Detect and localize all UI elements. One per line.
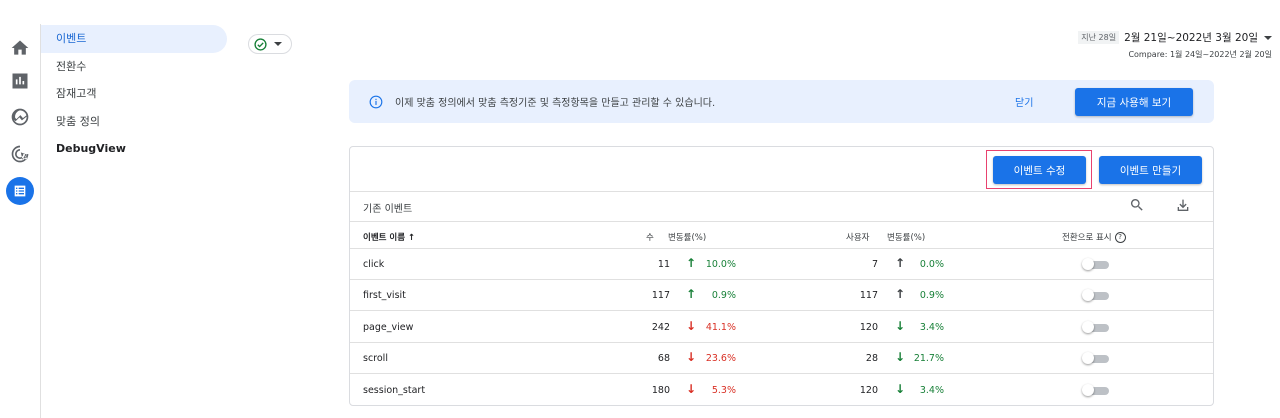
advertising-icon[interactable] (8, 142, 32, 166)
conversion-toggle[interactable] (1082, 320, 1109, 333)
column-header-count-change[interactable]: 변동률(%) (668, 231, 706, 243)
arrow-up-icon: ↑ (686, 256, 697, 270)
try-now-button[interactable]: 지금 사용해 보기 (1075, 88, 1193, 116)
nav-item-events[interactable]: 이벤트 (41, 25, 227, 53)
nav-item-custom-definitions[interactable]: 맞춤 정의 (41, 108, 227, 136)
column-header-event-name[interactable]: 이벤트 이름 ↑ (363, 231, 415, 243)
count-change: 5.3% (711, 384, 736, 396)
filter-dropdown[interactable] (248, 34, 292, 54)
table-row[interactable]: page_view 242 ↓ 41.1% 120 ↓ 3.4% (350, 312, 1213, 343)
count-change: 41.1% (705, 321, 736, 333)
existing-events-header: 기존 이벤트 (350, 191, 1213, 222)
reports-icon[interactable] (8, 69, 32, 93)
arrow-down-icon: ↓ (686, 350, 697, 365)
users-change: 3.4% (919, 384, 944, 396)
users-change: 21.7% (913, 353, 944, 365)
configure-nav: 이벤트 전환수 잠재고객 맞춤 정의 DebugView (41, 24, 237, 163)
event-name[interactable]: page_view (363, 322, 413, 333)
nav-item-audiences[interactable]: 잠재고객 (41, 80, 227, 108)
user-count: 120 (859, 384, 878, 396)
event-name[interactable]: session_start (363, 385, 425, 396)
table-row[interactable]: click 11 ↑ 10.0% 7 ↑ 0.0% (350, 249, 1213, 280)
dismiss-link[interactable]: 닫기 (1015, 94, 1033, 109)
table-row[interactable]: first_visit 117 ↑ 0.9% 117 ↑ 0.9% (350, 280, 1213, 312)
left-icon-rail (0, 24, 41, 418)
events-card: 이벤트 수정 이벤트 만들기 기존 이벤트 이벤트 이름 ↑ 수 변동률(%) … (349, 146, 1214, 406)
users-change: 0.9% (919, 290, 944, 302)
user-count: 117 (859, 290, 878, 302)
chevron-down-icon (1264, 35, 1272, 40)
column-header-conversion: 전환으로 표시? (1062, 231, 1126, 244)
table-row[interactable]: scroll 68 ↓ 23.6% 28 ↓ 21.7% (350, 343, 1213, 375)
event-count: 242 (651, 321, 670, 333)
search-icon[interactable] (1129, 197, 1147, 215)
banner-message: 이제 맞춤 정의에서 맞춤 측정기준 및 측정항목을 만들고 관리할 수 있습니… (395, 98, 716, 109)
date-range-picker[interactable]: 지난 28일 2월 21일~2022년 3월 20일 Compare: 1월 2… (1078, 30, 1272, 60)
check-circle-icon (254, 37, 267, 51)
toggle-knob (1082, 383, 1094, 396)
column-header-users[interactable]: 사용자 (846, 231, 869, 243)
download-icon[interactable] (1175, 197, 1193, 215)
count-change: 23.6% (705, 353, 736, 365)
info-icon (369, 94, 383, 109)
event-count: 11 (657, 259, 670, 270)
info-banner: 이제 맞춤 정의에서 맞춤 측정기준 및 측정항목을 만들고 관리할 수 있습니… (349, 80, 1214, 123)
table-row[interactable]: session_start 180 ↓ 5.3% 120 ↓ 3.4% (350, 375, 1213, 405)
event-name[interactable]: first_visit (363, 290, 406, 301)
user-count: 120 (859, 321, 878, 333)
home-icon[interactable] (8, 36, 32, 60)
arrow-down-icon: ↓ (686, 318, 697, 333)
toggle-knob (1082, 320, 1094, 333)
arrow-down-icon: ↓ (686, 381, 697, 396)
date-range-text: 2월 21일~2022년 3월 20일 (1124, 32, 1258, 44)
event-count: 68 (657, 353, 670, 365)
toggle-knob (1082, 258, 1094, 270)
users-change: 0.0% (919, 259, 944, 270)
event-name[interactable]: scroll (363, 353, 388, 364)
compare-range-text: Compare: 1월 24일~2022년 2월 20일 (1128, 50, 1272, 59)
event-count: 180 (651, 384, 670, 396)
conversion-toggle[interactable] (1082, 289, 1109, 302)
conversion-toggle[interactable] (1082, 258, 1109, 270)
user-count: 28 (865, 353, 878, 365)
column-header-count[interactable]: 수 (646, 231, 654, 243)
help-icon[interactable]: ? (1114, 232, 1126, 243)
section-title: 기존 이벤트 (363, 204, 413, 215)
count-change: 0.9% (711, 290, 736, 302)
users-change: 3.4% (919, 321, 944, 333)
configure-icon[interactable] (6, 177, 34, 205)
user-count: 7 (871, 259, 878, 270)
event-name[interactable]: click (363, 259, 384, 270)
explore-icon[interactable] (8, 105, 32, 129)
nav-item-conversions[interactable]: 전환수 (41, 53, 227, 81)
event-count: 117 (651, 290, 670, 302)
date-preset-label: 지난 28일 (1078, 31, 1120, 44)
conversion-label: 전환으로 표시 (1062, 233, 1112, 243)
table-header: 이벤트 이름 ↑ 수 변동률(%) 사용자 변동률(%) 전환으로 표시? (350, 222, 1213, 249)
edit-event-button[interactable]: 이벤트 수정 (993, 156, 1086, 184)
conversion-toggle[interactable] (1082, 383, 1109, 396)
count-change: 10.0% (705, 259, 736, 270)
create-event-button[interactable]: 이벤트 만들기 (1099, 156, 1202, 184)
column-header-users-change[interactable]: 변동률(%) (887, 231, 925, 243)
chevron-down-icon (274, 42, 282, 46)
arrow-up-icon: ↑ (686, 287, 697, 302)
nav-item-debugview[interactable]: DebugView (41, 135, 227, 163)
conversion-toggle[interactable] (1082, 352, 1109, 365)
